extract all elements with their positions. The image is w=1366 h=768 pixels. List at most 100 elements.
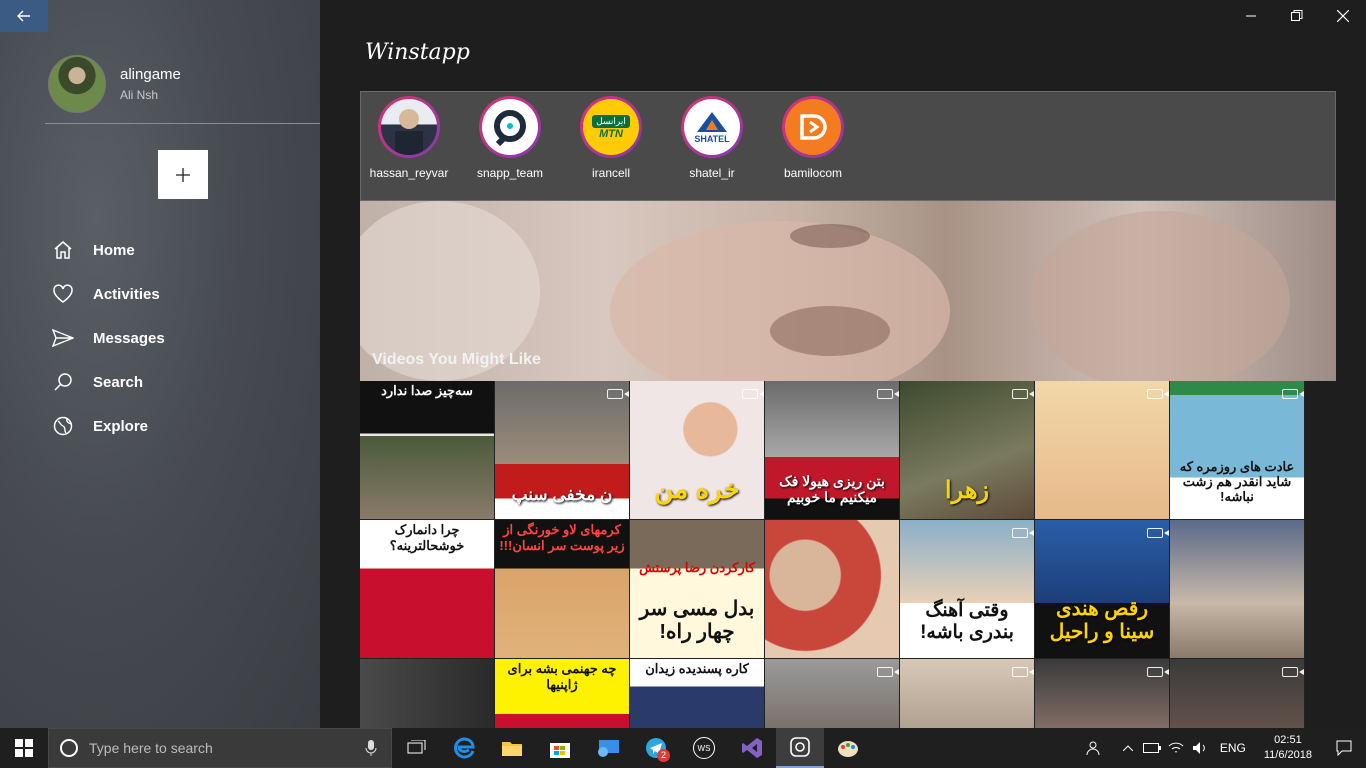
action-center-button[interactable] [1322, 728, 1366, 768]
sidebar-item-activities[interactable]: Activities [52, 272, 165, 316]
story-shatel-ir[interactable]: SHATEL shatel_ir [662, 96, 762, 180]
globe-icon [52, 415, 74, 437]
grid-tile[interactable]: رقص هندی سینا و راحیل [1035, 520, 1170, 659]
notification-icon [1336, 740, 1352, 756]
add-post-button[interactable] [158, 150, 208, 199]
video-camera-icon [877, 667, 899, 677]
video-camera-icon [1012, 667, 1034, 677]
taskbar-app-explorer[interactable] [488, 728, 536, 768]
sidebar-item-label: Activities [93, 285, 160, 303]
home-icon [52, 239, 74, 261]
back-button[interactable] [0, 0, 48, 32]
divider [45, 123, 320, 124]
grid-tile[interactable]: زهرا [900, 381, 1035, 520]
grid-tile[interactable] [360, 659, 495, 728]
video-camera-icon [1012, 528, 1034, 538]
sidebar-item-explore[interactable]: Explore [52, 404, 165, 448]
video-camera-icon [607, 389, 629, 399]
grid-tile[interactable] [1170, 659, 1305, 728]
grid-tile[interactable]: کاره پسندیده زیدان [630, 659, 765, 728]
maximize-button[interactable] [1275, 4, 1319, 28]
tile-title: خره من [654, 474, 740, 505]
story-label: irancell [591, 166, 630, 180]
taskbar-app-chat[interactable] [584, 728, 632, 768]
send-icon [52, 327, 74, 349]
taskbar-app-edge[interactable] [440, 728, 488, 768]
taskbar-app-ws[interactable]: WS [680, 728, 728, 768]
grid-tile[interactable]: عادت های روزمره که شاید انقدر هم زشت نبا… [1170, 381, 1305, 520]
sidebar-nav: Home Activities Messages Search Explore [52, 228, 165, 448]
tile-title: چه جهنمی بشه برای ژاپنیها [507, 661, 617, 692]
grid-tile[interactable] [1035, 381, 1170, 520]
story-bamilocom[interactable]: bamilocom [763, 96, 863, 180]
taskbar-search[interactable]: Type here to search [48, 728, 392, 768]
banner-label: Videos You Might Like [372, 351, 541, 368]
sidebar-item-search[interactable]: Search [52, 360, 165, 404]
search-placeholder: Type here to search [89, 740, 213, 756]
sidebar-item-home[interactable]: Home [52, 228, 165, 272]
tile-title: وقتی آهنگ بندری باشه! [920, 600, 1014, 644]
snapp-logo-icon [482, 99, 538, 155]
taskbar-app-winstapp[interactable] [776, 728, 824, 768]
tile-title: عادت های روزمره که شاید انقدر هم زشت نبا… [1179, 459, 1295, 505]
volume-icon [1192, 742, 1205, 754]
tile-title: کارکردن رضا پرستش [639, 560, 755, 575]
tile-title: بتن ریزی هیولا فک میکنیم ما خوبیم [779, 472, 885, 505]
volume-button[interactable] [1188, 728, 1212, 768]
grid-tile[interactable]: کرمهای لاو خورنگی از زیر پوست سر انسان!!… [495, 520, 630, 659]
story-label: bamilocom [783, 166, 843, 180]
story-snapp-team[interactable]: snapp_team [460, 96, 560, 180]
grid-tile[interactable] [900, 659, 1035, 728]
taskbar-app-telegram[interactable]: 2 [632, 728, 680, 768]
task-view-button[interactable] [392, 728, 440, 768]
video-camera-icon [1012, 389, 1034, 399]
minimize-button[interactable] [1229, 4, 1273, 28]
close-button[interactable] [1321, 4, 1365, 28]
grid-tile[interactable]: ن مخفی سنپ [495, 381, 630, 520]
profile[interactable]: alingame Ali Nsh [48, 55, 181, 113]
tile-title: ن مخفی سنپ [511, 485, 613, 505]
sidebar: alingame Ali Nsh Home Activities Message… [0, 0, 320, 728]
grid-tile[interactable] [1035, 659, 1170, 728]
grid-tile[interactable]: کارکردن رضا پرستش بدل مسی سر چهار راه! [630, 520, 765, 659]
clock-time: 02:51 [1274, 734, 1302, 746]
video-camera-icon [1282, 389, 1304, 399]
grid-tile[interactable]: سه‌چیز صدا ندارد [360, 381, 495, 520]
taskbar-app-store[interactable] [536, 728, 584, 768]
show-hidden-icons-button[interactable] [1116, 728, 1140, 768]
network-button[interactable] [1164, 728, 1188, 768]
video-camera-icon [1147, 389, 1169, 399]
story-hassan-reyvar[interactable]: hassan_reyvar [359, 96, 459, 180]
store-icon [550, 743, 570, 758]
grid-tile[interactable]: چه جهنمی بشه برای ژاپنیها [495, 659, 630, 728]
cortana-icon [60, 739, 78, 757]
microphone-icon [365, 740, 377, 756]
grid-tile[interactable] [765, 520, 900, 659]
tile-title: کاره پسندیده زیدان [645, 661, 749, 676]
sidebar-item-messages[interactable]: Messages [52, 316, 165, 360]
story-irancell[interactable]: ایرانسل MTN irancell [561, 96, 661, 180]
sidebar-item-label: Search [93, 373, 144, 391]
input-language[interactable]: ENG [1212, 741, 1254, 755]
grid-tile[interactable]: بتن ریزی هیولا فک میکنیم ما خوبیم [765, 381, 900, 520]
taskbar-app-paint[interactable] [824, 728, 872, 768]
start-button[interactable] [0, 728, 48, 768]
people-button[interactable] [1082, 728, 1106, 768]
clock[interactable]: 02:51 11/6/2018 [1254, 733, 1322, 763]
video-banner[interactable]: Videos You Might Like [360, 201, 1336, 381]
video-camera-icon [877, 389, 899, 399]
grid-tile[interactable] [765, 659, 900, 728]
video-camera-icon [1282, 667, 1304, 677]
stories-bar: hassan_reyvar snapp_team ایرانسل MTN ira… [360, 91, 1336, 201]
file-explorer-icon [502, 742, 522, 756]
irancell-logo-text: ایرانسل [592, 114, 630, 128]
grid-tile[interactable]: چرا دانمارک خوشحالترینه؟ [360, 520, 495, 659]
paint-icon [838, 741, 858, 757]
grid-tile[interactable]: وقتی آهنگ بندری باشه! [900, 520, 1035, 659]
battery-button[interactable] [1140, 728, 1164, 768]
profile-fullname: Ali Nsh [120, 88, 159, 102]
grid-tile[interactable]: خره من [630, 381, 765, 520]
taskbar-app-visual-studio[interactable] [728, 728, 776, 768]
tile-title: کرمهای لاو خورنگی از زیر پوست سر انسان!!… [499, 522, 625, 553]
grid-tile[interactable] [1170, 520, 1305, 659]
